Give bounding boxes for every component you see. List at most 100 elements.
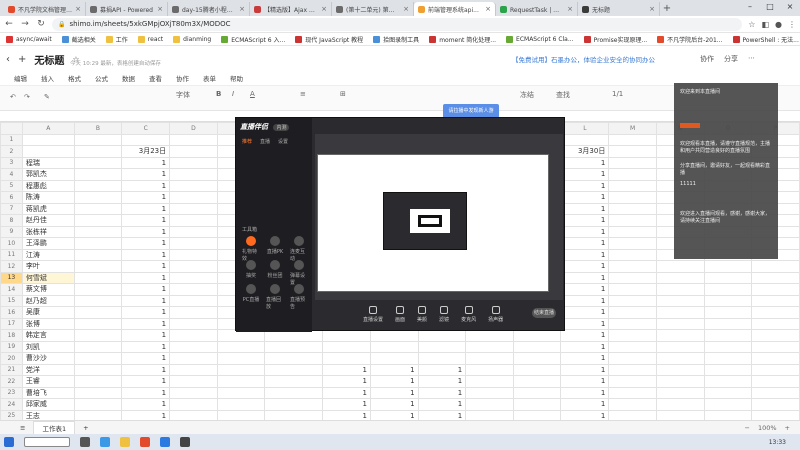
cell[interactable]	[465, 363, 514, 376]
cell[interactable]: 党洋	[21, 363, 75, 376]
menu-item[interactable]: 编辑	[14, 73, 27, 83]
browser-tab[interactable]: 无标题 ×	[578, 2, 660, 16]
cell[interactable]: 1	[560, 225, 610, 238]
cell[interactable]	[417, 340, 467, 353]
cell[interactable]	[73, 202, 123, 215]
cell[interactable]	[703, 283, 753, 296]
row-header[interactable]: 14	[0, 283, 23, 296]
cell[interactable]	[655, 409, 705, 420]
cell[interactable]	[655, 363, 705, 376]
cell[interactable]	[512, 375, 562, 388]
stream-control[interactable]: 扬声器	[488, 305, 503, 323]
cell[interactable]	[751, 352, 800, 365]
cell[interactable]	[169, 352, 218, 365]
cell[interactable]	[703, 260, 753, 273]
cell[interactable]: 1	[121, 225, 171, 238]
cell[interactable]	[608, 352, 657, 365]
cell[interactable]: 1	[417, 398, 467, 411]
cell[interactable]	[465, 340, 514, 353]
cell[interactable]	[608, 386, 657, 399]
cell[interactable]: 1	[121, 375, 171, 388]
cell[interactable]: 1	[121, 156, 171, 169]
cell[interactable]: 程惠彪	[21, 179, 75, 192]
cell[interactable]	[169, 409, 218, 420]
cell[interactable]	[73, 352, 123, 365]
cell[interactable]: 1	[417, 363, 467, 376]
cell[interactable]	[703, 329, 753, 342]
cell[interactable]	[73, 363, 123, 376]
merge-icon[interactable]: ⊞	[340, 90, 346, 98]
bookmark-item[interactable]: dianming	[173, 35, 211, 43]
cell[interactable]	[417, 352, 467, 365]
browser-tab[interactable]: day-15腾者小程序... ×	[168, 2, 250, 16]
cell[interactable]	[465, 352, 514, 365]
cell[interactable]	[608, 133, 657, 146]
cell[interactable]	[703, 409, 753, 420]
cell[interactable]: 赵乃超	[21, 294, 75, 307]
menu-item[interactable]: 公式	[95, 73, 108, 83]
redo-icon[interactable]: ↷	[24, 93, 30, 101]
italic-icon[interactable]: I	[232, 90, 234, 98]
cell[interactable]	[608, 363, 657, 376]
cell[interactable]: 1	[560, 168, 610, 181]
menu-item[interactable]: 表单	[203, 73, 216, 83]
cell[interactable]	[216, 386, 266, 399]
lookup-button[interactable]: 查找	[556, 90, 570, 100]
cell[interactable]	[608, 225, 657, 238]
cell[interactable]: 赵丹佳	[21, 214, 75, 227]
cell[interactable]	[169, 248, 218, 261]
start-icon[interactable]	[4, 437, 14, 447]
star-icon[interactable]: ☆	[748, 20, 755, 29]
cell[interactable]	[608, 237, 657, 250]
folder-icon[interactable]	[120, 437, 130, 447]
add-icon[interactable]: +	[18, 54, 26, 65]
cell[interactable]: 1	[121, 352, 171, 365]
more-icon[interactable]: ⋯	[748, 54, 755, 64]
cell[interactable]: 李叶	[21, 260, 75, 273]
task-view-icon[interactable]	[80, 437, 90, 447]
cell[interactable]	[73, 214, 123, 227]
stream-control[interactable]: 滤镜	[439, 305, 449, 323]
cell[interactable]	[73, 375, 123, 388]
browser-tab[interactable]: 前端管理系统api... ×	[414, 2, 496, 16]
bookmark-item[interactable]: 现代 JavaScript 教程	[295, 35, 363, 44]
cell[interactable]	[703, 386, 753, 399]
cell[interactable]	[216, 409, 266, 420]
menu-item[interactable]: 数据	[122, 73, 135, 83]
row-header[interactable]: 22	[0, 375, 23, 388]
cell[interactable]: 1	[322, 398, 371, 411]
cell[interactable]	[465, 409, 514, 420]
chrome-icon[interactable]	[140, 437, 150, 447]
cell[interactable]	[703, 398, 753, 411]
row-header[interactable]: 23	[0, 386, 23, 399]
cell[interactable]	[169, 363, 218, 376]
bookmark-item[interactable]: 工作	[105, 35, 128, 44]
bookmark-item[interactable]: 不凡学院后台-201...	[657, 35, 723, 44]
cell[interactable]: 张博	[21, 317, 75, 330]
cell[interactable]	[21, 145, 75, 158]
cell[interactable]	[608, 340, 657, 353]
cell[interactable]	[608, 283, 657, 296]
cell[interactable]: 1	[417, 409, 467, 420]
stream-control[interactable]: 直播设置	[363, 305, 383, 323]
cell[interactable]	[73, 306, 123, 319]
stream-tool[interactable]: 连麦互动	[290, 236, 308, 262]
edge-icon[interactable]	[100, 437, 110, 447]
cell[interactable]	[655, 260, 705, 273]
cell[interactable]	[608, 156, 657, 169]
cell[interactable]: 1	[121, 363, 171, 376]
app-icon[interactable]	[180, 437, 190, 447]
cell[interactable]: 1	[121, 283, 171, 296]
cell[interactable]	[751, 306, 800, 319]
cell[interactable]: 1	[560, 375, 610, 388]
column-header[interactable]: A	[21, 122, 75, 135]
cell[interactable]: 1	[560, 352, 610, 365]
row-header[interactable]: 10	[0, 237, 23, 250]
cell[interactable]	[216, 398, 266, 411]
cell[interactable]	[608, 145, 657, 158]
minimize-icon[interactable]: –	[740, 0, 760, 16]
cell[interactable]: 1	[417, 375, 467, 388]
cell[interactable]: 1	[121, 398, 171, 411]
cell[interactable]	[169, 294, 218, 307]
doc-title[interactable]: 无标题	[34, 52, 64, 67]
